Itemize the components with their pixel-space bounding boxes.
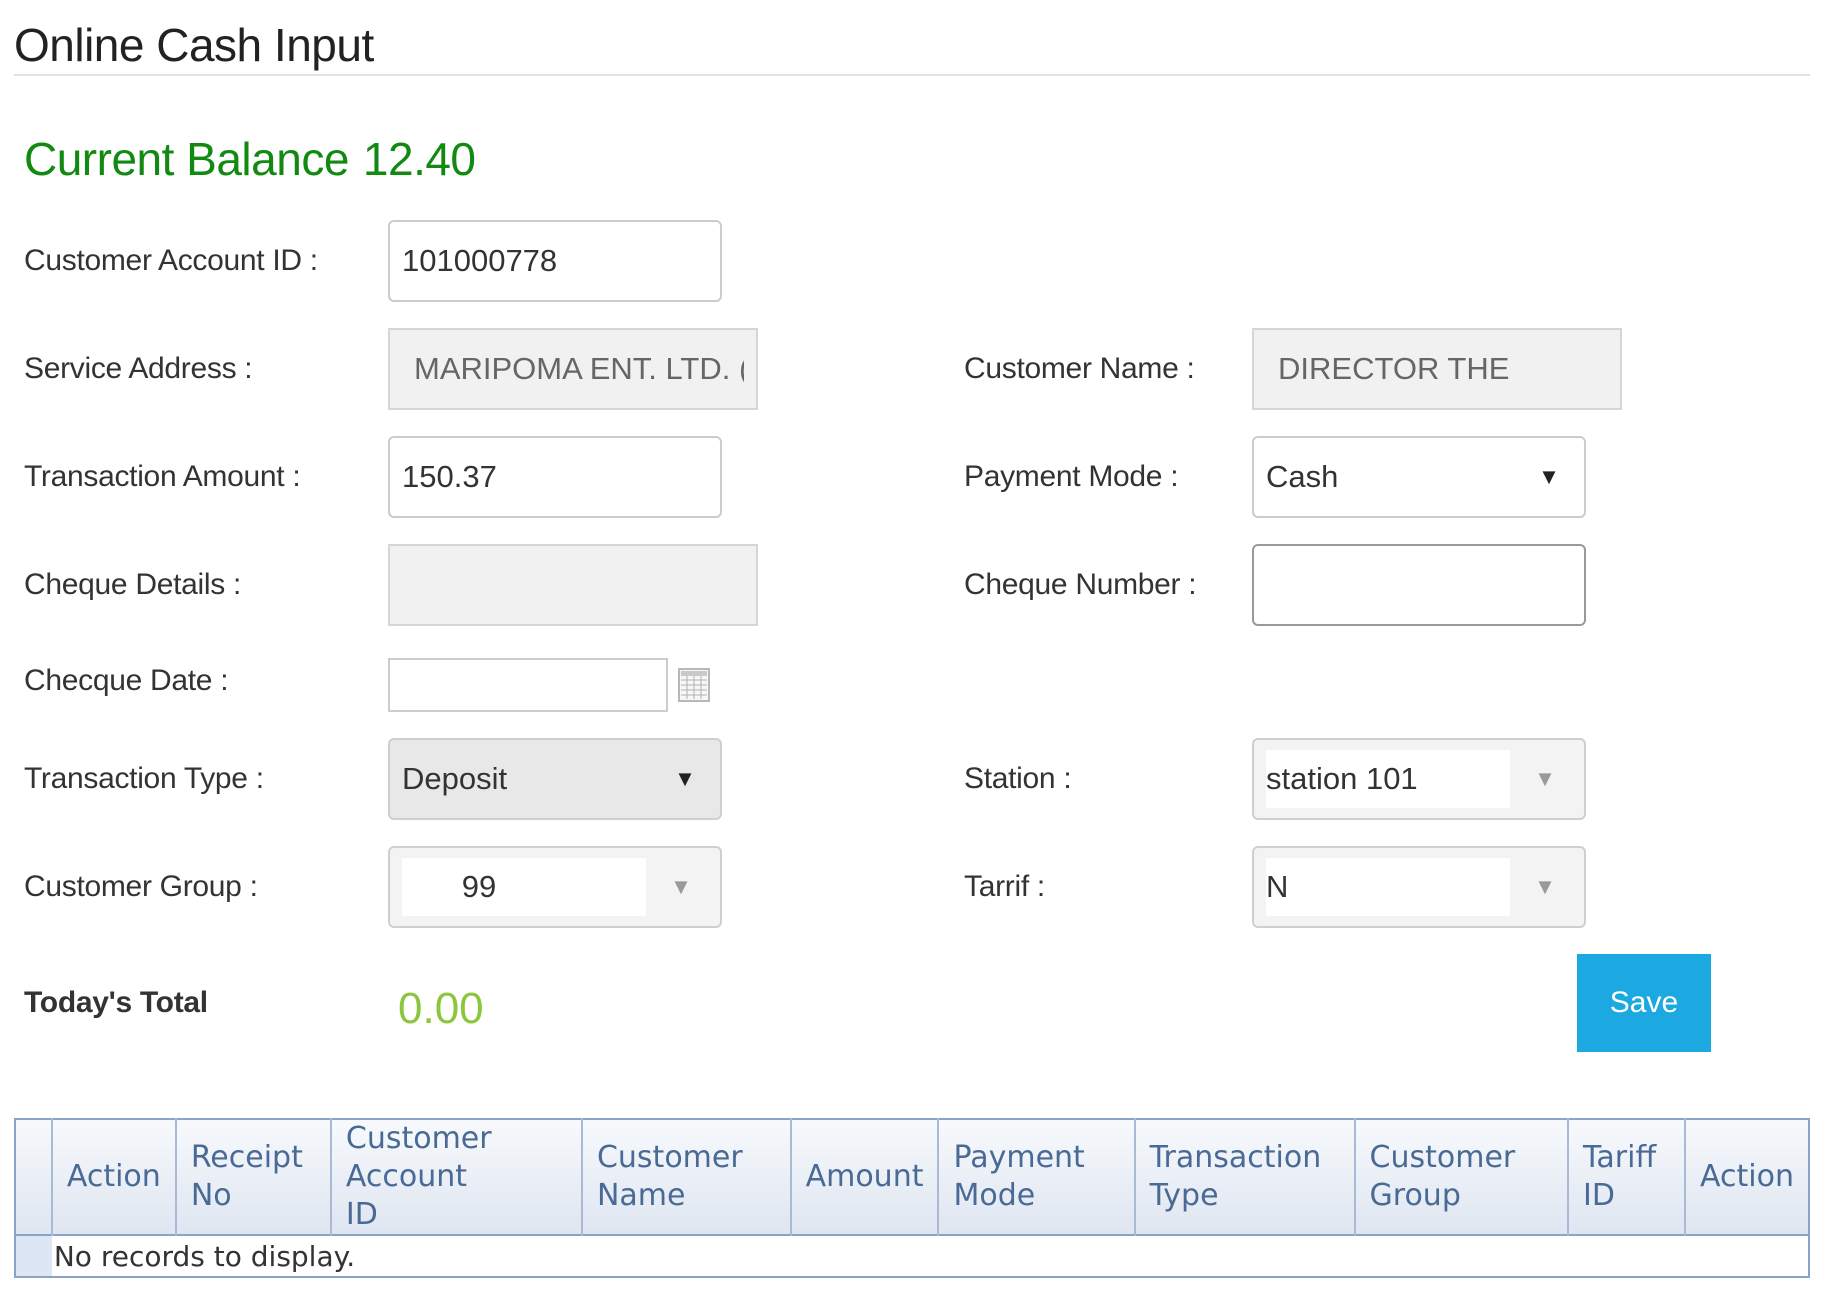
column-header-label: Action bbox=[66, 1159, 161, 1194]
column-header-customer-account-id[interactable]: Customer Account ID bbox=[330, 1119, 583, 1235]
transaction-type-label: Transaction Type : bbox=[24, 762, 264, 795]
cheque-details-input bbox=[388, 544, 758, 626]
page-title: Online Cash Input bbox=[14, 19, 374, 71]
tarrif-value: N bbox=[1266, 869, 1289, 904]
column-header-label: Group bbox=[1369, 1178, 1461, 1213]
customer-account-id-input[interactable] bbox=[388, 220, 722, 302]
payment-mode-value: Cash bbox=[1266, 459, 1339, 494]
column-header-payment-mode[interactable]: Payment Mode bbox=[938, 1119, 1136, 1235]
grid-header-row: Action Receipt No Customer Account ID Cust… bbox=[15, 1119, 1809, 1235]
current-balance-value: 12.40 bbox=[362, 133, 476, 185]
calendar-icon[interactable] bbox=[678, 668, 710, 702]
service-address-input bbox=[388, 328, 758, 410]
column-header-receipt-no[interactable]: Receipt No bbox=[175, 1119, 332, 1235]
customer-group-select[interactable]: 99 ▼ bbox=[388, 846, 722, 928]
column-header-label: ID bbox=[1583, 1178, 1615, 1213]
current-balance-label: Current Balance bbox=[24, 133, 349, 185]
chevron-down-icon: ▼ bbox=[674, 766, 696, 791]
chevron-down-icon: ▼ bbox=[1534, 766, 1556, 791]
column-header-action-2[interactable]: Action bbox=[1685, 1119, 1809, 1235]
column-header-label: Customer bbox=[1369, 1140, 1516, 1175]
column-header-customer-name[interactable]: Customer Name bbox=[581, 1119, 792, 1235]
transaction-type-value: Deposit bbox=[402, 761, 508, 796]
customer-account-id-label: Customer Account ID : bbox=[24, 244, 318, 277]
transactions-grid: Action Receipt No Customer Account ID Cust… bbox=[14, 1118, 1810, 1278]
no-records-message: No records to display. bbox=[51, 1234, 1809, 1277]
station-label: Station : bbox=[964, 762, 1072, 795]
chevron-down-icon: ▼ bbox=[670, 874, 692, 899]
transaction-amount-label: Transaction Amount : bbox=[24, 460, 301, 493]
cheque-number-input[interactable] bbox=[1252, 544, 1586, 626]
column-header-label: Customer bbox=[596, 1140, 743, 1175]
chevron-down-icon: ▼ bbox=[1534, 874, 1556, 899]
grid-header-gutter bbox=[15, 1119, 53, 1235]
column-header-label: Customer Account bbox=[345, 1121, 492, 1194]
column-header-label: Name bbox=[596, 1178, 686, 1213]
chevron-down-icon: ▼ bbox=[1538, 464, 1560, 489]
column-header-tariff-id[interactable]: Tariff ID bbox=[1568, 1119, 1687, 1235]
service-address-label: Service Address : bbox=[24, 352, 253, 385]
column-header-label: Payment bbox=[953, 1140, 1085, 1175]
column-header-label: Tariff bbox=[1583, 1140, 1657, 1175]
payment-mode-select[interactable]: Cash ▼ bbox=[1252, 436, 1586, 518]
customer-name-label: Customer Name : bbox=[964, 352, 1195, 385]
cheque-details-label: Cheque Details : bbox=[24, 568, 241, 601]
tarrif-select[interactable]: N ▼ bbox=[1252, 846, 1586, 928]
column-header-label: No bbox=[190, 1178, 232, 1213]
title-divider bbox=[14, 74, 1810, 76]
station-value: station 101 bbox=[1266, 761, 1418, 796]
column-header-label: Receipt bbox=[190, 1140, 303, 1175]
column-header-transaction-type[interactable]: Transaction Type bbox=[1134, 1119, 1356, 1235]
transaction-amount-input[interactable] bbox=[388, 436, 722, 518]
column-header-action[interactable]: Action bbox=[51, 1119, 177, 1235]
save-button[interactable]: Save bbox=[1577, 954, 1711, 1052]
table-row: No records to display. bbox=[15, 1234, 1809, 1277]
column-header-customer-group[interactable]: Customer Group bbox=[1354, 1119, 1570, 1235]
current-balance: Current Balance 12.40 bbox=[24, 132, 476, 186]
column-header-amount[interactable]: Amount bbox=[790, 1119, 940, 1235]
todays-total-value: 0.00 bbox=[398, 984, 484, 1033]
todays-total-label: Today's Total bbox=[24, 986, 208, 1019]
payment-mode-label: Payment Mode : bbox=[964, 460, 1179, 493]
column-header-label: Amount bbox=[805, 1159, 924, 1194]
transaction-type-select[interactable]: Deposit ▼ bbox=[388, 738, 722, 820]
grid-row-gutter bbox=[15, 1234, 52, 1277]
customer-name-input bbox=[1252, 328, 1622, 410]
column-header-label: Transaction bbox=[1149, 1140, 1322, 1175]
station-select[interactable]: station 101 ▼ bbox=[1252, 738, 1586, 820]
customer-group-label: Customer Group : bbox=[24, 870, 258, 903]
column-header-label: ID bbox=[345, 1197, 378, 1232]
customer-group-value: 99 bbox=[461, 869, 497, 904]
column-header-label: Type bbox=[1149, 1178, 1219, 1213]
column-header-label: Mode bbox=[953, 1178, 1036, 1213]
cheque-date-input[interactable] bbox=[388, 658, 668, 712]
cheque-date-label: Checque Date : bbox=[24, 664, 229, 697]
column-header-label: Action bbox=[1700, 1159, 1794, 1194]
tarrif-label: Tarrif : bbox=[964, 870, 1045, 903]
cheque-number-label: Cheque Number : bbox=[964, 568, 1197, 601]
